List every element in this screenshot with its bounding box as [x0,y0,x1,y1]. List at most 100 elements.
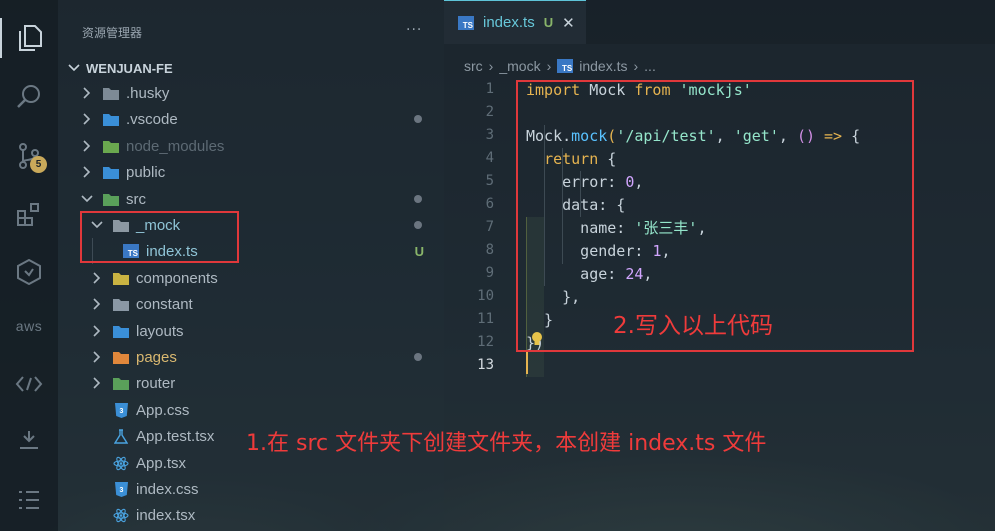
tree-item-label: src [126,190,146,208]
tree-item-node-modules[interactable]: node_modules [58,133,444,159]
explorer-title: 资源管理器 [82,26,143,40]
chevron-right-icon [90,377,104,389]
tree-item-constant[interactable]: constant [58,291,444,317]
chevron-right-icon [90,298,104,310]
css-file-icon: 3 [112,402,130,418]
activity-bar: 5 aws [0,0,58,531]
modified-dot-icon [414,221,422,229]
react-file-icon [112,508,130,522]
line-number: 12 [477,334,494,350]
list-icon[interactable] [0,480,58,520]
tree-item-label: App.css [136,401,190,419]
breadcrumb-src[interactable]: src [464,58,483,74]
live-share-icon[interactable] [0,364,58,404]
aws-icon[interactable]: aws [0,306,58,346]
folder-husky-icon [102,86,120,100]
chevron-right-icon [90,351,104,363]
tree-item-src[interactable]: src [58,186,444,212]
tree-item-public[interactable]: public [58,159,444,185]
tree-item-label: .vscode [126,110,178,128]
tree-item-label: constant [136,295,193,313]
chevron-right-icon: › [488,58,494,74]
tree-item-label: index.css [136,480,199,498]
chevron-down-icon [58,64,80,72]
tree-item-layouts[interactable]: layouts [58,318,444,344]
chevron-right-icon [80,166,94,178]
tree-item-index-css[interactable]: 3 index.css [58,476,444,502]
aws-label: aws [15,318,43,334]
tree-item-husky[interactable]: .husky [58,80,444,106]
typescript-file-icon: TS [557,59,574,73]
folder-public-icon [102,165,120,179]
tree-item-components[interactable]: components [58,265,444,291]
close-icon[interactable]: ✕ [562,14,575,32]
line-number: 5 [485,173,494,189]
tree-item-label: router [136,374,176,392]
mock-folder-highlight [80,211,239,263]
breadcrumb-mock[interactable]: _mock [499,58,540,74]
chevron-right-icon [90,325,104,337]
deploy-icon[interactable] [0,420,58,460]
folder-layouts-icon [112,324,130,338]
folder-router-icon [112,376,130,390]
tree-item-label: components [136,269,218,287]
svg-text:3: 3 [119,487,123,494]
breadcrumb-file[interactable]: index.ts [579,58,627,74]
chevron-right-icon: › [546,58,552,74]
chevron-right-icon [80,87,94,99]
modified-dot-icon [414,353,422,361]
more-actions-icon[interactable]: ··· [406,22,422,38]
tree-item-vscode[interactable]: .vscode [58,106,444,132]
tree-item-pages[interactable]: pages [58,344,444,370]
css-file-icon: 3 [112,481,130,497]
typescript-file-icon: TS [458,15,474,30]
line-number: 3 [485,127,494,143]
tab-bar: TS index.ts U ✕ [444,0,995,44]
chevron-right-icon [80,113,94,125]
folder-components-icon [112,271,130,285]
search-icon[interactable] [0,76,58,116]
line-number: 13 [477,357,494,373]
line-number: 6 [485,196,494,212]
line-number: 4 [485,150,494,166]
extensions-icon[interactable] [0,194,58,234]
tree-item-label: App.test.tsx [136,427,215,445]
tab-index-ts[interactable]: TS index.ts U ✕ [444,0,586,44]
breadcrumb: src › _mock › TS index.ts › ... [464,58,656,74]
test-file-icon [112,428,130,444]
line-number: 7 [485,219,494,235]
remote-explorer-icon[interactable] [0,252,58,292]
tree-item-label: public [126,163,166,181]
tree-item-label: index.tsx [136,506,196,524]
line-number: 8 [485,242,494,258]
line-number: 9 [485,265,494,281]
line-number: 11 [477,311,494,327]
react-file-icon [112,456,130,470]
folder-constant-icon [112,297,130,311]
folder-vscode-icon [102,112,120,126]
tree-item-router[interactable]: router [58,370,444,396]
scm-count-badge: 5 [30,156,47,173]
explorer-icon[interactable] [0,18,58,58]
chevron-down-icon [80,195,94,203]
folder-src-icon [102,192,120,206]
chevron-right-icon: › [633,58,639,74]
untracked-status: U [414,243,424,259]
chevron-right-icon [80,140,94,152]
svg-text:3: 3 [119,408,123,415]
breadcrumb-symbols[interactable]: ... [644,58,656,74]
line-number: 2 [485,104,494,120]
workspace-root[interactable]: WENJUAN-FE [58,57,173,79]
annotation-step1: 1.在 src 文件夹下创建文件夹，本创建 index.ts 文件 [246,431,767,456]
folder-node-icon [102,139,120,153]
line-number: 10 [477,288,494,304]
workspace-root-label: WENJUAN-FE [86,60,173,76]
tab-status: U [543,15,554,30]
tree-item-index-tsx[interactable]: index.tsx [58,502,444,528]
tab-label: index.ts [483,14,535,31]
tree-item-label: .husky [126,84,170,102]
tree-item-label: layouts [136,322,184,340]
chevron-right-icon [90,272,104,284]
source-control-icon[interactable] [0,136,58,176]
tree-item-app-css[interactable]: 3 App.css [58,397,444,423]
